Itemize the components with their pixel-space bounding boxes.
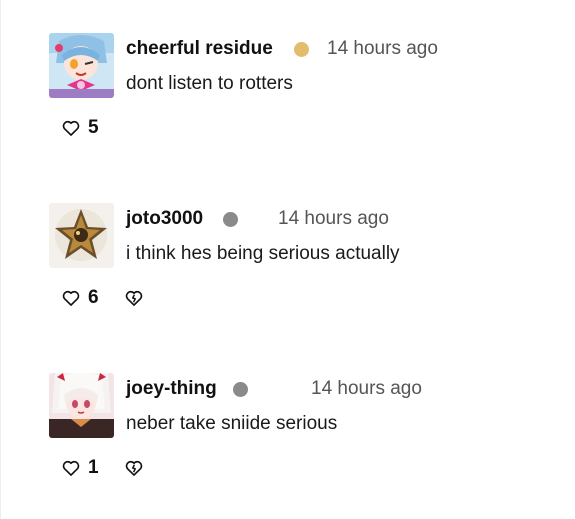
avatar[interactable] xyxy=(49,33,114,98)
timestamp: 14 hours ago xyxy=(311,378,422,399)
like-button[interactable]: 6 xyxy=(61,286,109,310)
star-avatar-icon xyxy=(49,203,114,268)
username[interactable]: cheerful residue xyxy=(126,36,273,62)
timestamp: 14 hours ago xyxy=(327,38,438,59)
comment-header: cheerful residue 14 hours ago xyxy=(126,36,566,62)
heart-icon xyxy=(62,120,80,136)
comment-item: joey-thing 14 hours ago neber take sniid… xyxy=(1,340,575,500)
avatar[interactable] xyxy=(49,203,114,268)
status-dot xyxy=(223,212,238,227)
like-count: 1 xyxy=(88,457,99,478)
username[interactable]: joey-thing xyxy=(126,376,217,402)
heart-icon xyxy=(62,290,80,306)
broken-heart-icon xyxy=(125,290,143,306)
heart-icon xyxy=(62,460,80,476)
timestamp: 14 hours ago xyxy=(278,208,389,229)
like-count: 6 xyxy=(88,287,99,308)
dislike-button[interactable] xyxy=(124,458,144,478)
status-dot xyxy=(294,42,309,57)
avatar[interactable] xyxy=(49,373,114,438)
dislike-button[interactable] xyxy=(124,288,144,308)
like-button[interactable]: 1 xyxy=(61,456,109,480)
username[interactable]: joto3000 xyxy=(126,206,203,232)
like-button[interactable]: 5 xyxy=(61,116,109,140)
comment-text: dont listen to rotters xyxy=(126,73,293,94)
comment-header: joey-thing 14 hours ago xyxy=(126,376,566,402)
like-count: 5 xyxy=(88,117,99,138)
comment-item: joto3000 14 hours ago i think hes being … xyxy=(1,170,575,330)
anime-girl-avatar-icon xyxy=(49,373,114,438)
broken-heart-icon xyxy=(125,460,143,476)
comments-feed: cheerful residue 14 hours ago dont liste… xyxy=(0,0,575,519)
comment-header: joto3000 14 hours ago xyxy=(126,206,566,232)
comment-text: i think hes being serious actually xyxy=(126,243,400,264)
status-dot xyxy=(233,382,248,397)
anime-avatar-icon xyxy=(49,33,114,98)
comment-text: neber take sniide serious xyxy=(126,413,338,434)
comment-item: cheerful residue 14 hours ago dont liste… xyxy=(1,0,575,160)
